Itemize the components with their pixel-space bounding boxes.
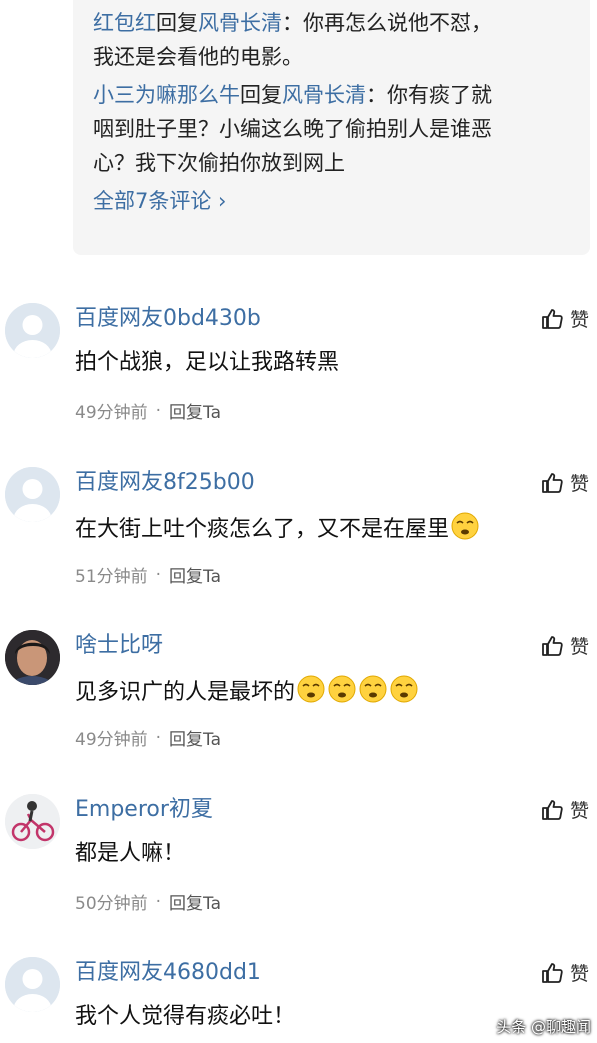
- comment-item: 啥士比呀 赞 见多识广的人是最坏的 49分钟前 · 回复Ta: [0, 630, 597, 790]
- meta-dot: ·: [155, 564, 162, 585]
- reply-to-button[interactable]: 回复Ta: [169, 562, 221, 587]
- comment-meta: 50分钟前 · 回复Ta: [75, 889, 221, 915]
- like-button[interactable]: 赞: [540, 632, 589, 659]
- reply-verb: 回复: [240, 83, 282, 107]
- comment-time: 50分钟前: [75, 894, 148, 914]
- thumbs-up-icon: [542, 308, 563, 329]
- like-label: 赞: [569, 309, 589, 331]
- comment-text: 我个人觉得有痰必吐！: [75, 1004, 296, 1029]
- reply-item[interactable]: 小三为嘛那么牛回复风骨长清：你有痰了就 咽到肚子里？小编这么晚了偷拍别人是谁恶 …: [93, 78, 570, 180]
- reply-target[interactable]: 风骨长清: [198, 11, 282, 35]
- watermark: 头条 @聊趣闻: [496, 1018, 591, 1036]
- like-button[interactable]: 赞: [540, 469, 589, 496]
- comment-item: Emperor初夏 赞 都是人嘛！ 50分钟前 · 回复Ta: [0, 794, 597, 954]
- like-button[interactable]: 赞: [540, 305, 589, 332]
- thumbs-up-icon: [542, 472, 563, 493]
- comment-item: 百度网友8f25b00 赞 在大街上吐个痰怎么了，又不是在屋里 51分钟前 · …: [0, 467, 597, 627]
- bicycle-icon: [5, 794, 60, 849]
- comment-username[interactable]: 百度网友0bd430b: [75, 303, 261, 335]
- like-label: 赞: [569, 963, 589, 985]
- comment-time: 49分钟前: [75, 730, 148, 750]
- comment-meta: 51分钟前 · 回复Ta: [75, 562, 221, 588]
- meta-dot: ·: [155, 891, 162, 912]
- comment-username[interactable]: 百度网友4680dd1: [75, 957, 261, 989]
- like-button[interactable]: 赞: [540, 796, 589, 823]
- reply-text-cont: 我还是会看他的电影。: [93, 45, 303, 69]
- thumbs-up-icon: [542, 962, 563, 983]
- comment-meta: 49分钟前 · 回复Ta: [75, 398, 221, 424]
- reply-target[interactable]: 风骨长清: [282, 83, 366, 107]
- meta-dot: ·: [155, 400, 162, 421]
- default-avatar[interactable]: [5, 303, 60, 358]
- thumbs-up-icon: [542, 799, 563, 820]
- comment-text: 在大街上吐个痰怎么了，又不是在屋里: [75, 511, 480, 551]
- view-all-replies-link[interactable]: 全部7条评论 ›: [93, 184, 570, 218]
- smiley-emoji-icon: [450, 511, 480, 551]
- comment-time: 51分钟前: [75, 567, 148, 587]
- default-avatar[interactable]: [5, 467, 60, 522]
- meta-dot: ·: [155, 727, 162, 748]
- emoji-slot: [295, 675, 419, 705]
- like-label: 赞: [569, 636, 589, 658]
- default-avatar[interactable]: [5, 957, 60, 1012]
- portrait-icon: [5, 630, 60, 685]
- comment-text: 拍个战狼，足以让我路转黑: [75, 350, 340, 375]
- reply-item[interactable]: 红包红回复风骨长清：你再怎么说他不怼， 我还是会看他的电影。: [93, 6, 570, 74]
- reply-to-button[interactable]: 回复Ta: [169, 725, 221, 750]
- user-avatar[interactable]: [5, 630, 60, 685]
- person-icon: [5, 467, 60, 522]
- reply-text: ：你再怎么说他不怼，: [282, 11, 492, 35]
- like-label: 赞: [569, 800, 589, 822]
- reply-text-cont: 咽到肚子里？小编这么晚了偷拍别人是谁恶: [93, 117, 492, 141]
- smiley-emoji-icon: [389, 674, 419, 714]
- reply-thread: 红包红回复风骨长清：你再怎么说他不怼， 我还是会看他的电影。 小三为嘛那么牛回复…: [73, 0, 590, 255]
- comment-text: 见多识广的人是最坏的: [75, 674, 419, 714]
- emoji-slot: [449, 512, 480, 542]
- person-icon: [5, 303, 60, 358]
- thumbs-up-icon: [542, 635, 563, 656]
- smiley-emoji-icon: [327, 674, 357, 714]
- comment-text: 都是人嘛！: [75, 841, 186, 866]
- reply-user[interactable]: 红包红: [93, 11, 156, 35]
- like-button[interactable]: 赞: [540, 959, 589, 986]
- comment-username[interactable]: 百度网友8f25b00: [75, 467, 255, 499]
- reply-to-button[interactable]: 回复Ta: [169, 398, 221, 423]
- reply-to-button[interactable]: 回复Ta: [169, 889, 221, 914]
- reply-text: ：你有痰了就: [366, 83, 492, 107]
- comment-meta: 49分钟前 · 回复Ta: [75, 725, 221, 751]
- user-avatar[interactable]: [5, 794, 60, 849]
- reply-verb: 回复: [156, 11, 198, 35]
- smiley-emoji-icon: [296, 674, 326, 714]
- reply-user[interactable]: 小三为嘛那么牛: [93, 83, 240, 107]
- comment-item: 百度网友0bd430b 赞 拍个战狼，足以让我路转黑 49分钟前 · 回复Ta: [0, 303, 597, 463]
- like-label: 赞: [569, 473, 589, 495]
- comment-time: 49分钟前: [75, 403, 148, 423]
- smiley-emoji-icon: [358, 674, 388, 714]
- person-icon: [5, 957, 60, 1012]
- reply-text-cont: 心？我下次偷拍你放到网上: [93, 151, 345, 175]
- comment-username[interactable]: Emperor初夏: [75, 794, 213, 826]
- comment-username[interactable]: 啥士比呀: [75, 630, 163, 662]
